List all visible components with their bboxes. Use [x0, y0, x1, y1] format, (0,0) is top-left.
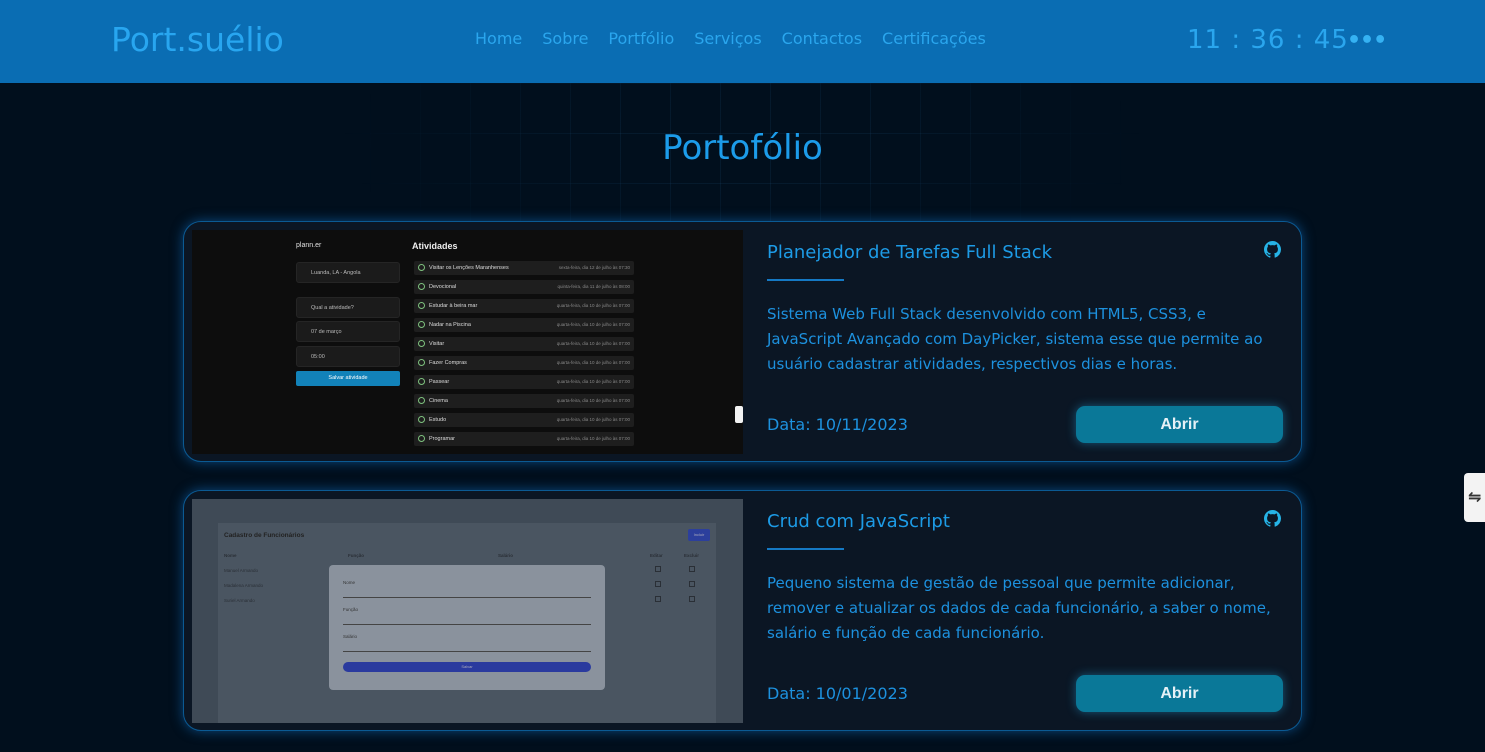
preview-row: Visitar os Lenções Maranhenses sexta-feir… — [414, 261, 634, 275]
project-description: Pequeno sistema de gestão de pessoal que… — [767, 574, 1271, 642]
nav-servicos[interactable]: Serviços — [694, 29, 761, 48]
preview-field-label: Nome — [343, 580, 356, 585]
project-card: Cadastro de Funcionários Incluir Nome Fu… — [183, 490, 1302, 731]
edit-icon — [655, 581, 661, 587]
main-nav: Home Sobre Portfólio Serviços Contactos … — [475, 29, 986, 48]
preview-row: Estudo quarta-feira, dia 10 de julho às 0… — [414, 413, 634, 427]
github-icon[interactable] — [1264, 241, 1281, 258]
preview-location: Luanda, LA - Angola — [296, 262, 400, 283]
nav-certificacoes[interactable]: Certificações — [882, 29, 986, 48]
project-title: Crud com JavaScript — [767, 511, 950, 532]
preview-name: Manuel Armando — [224, 568, 259, 573]
preview-time-field: 05:00 — [296, 346, 400, 367]
top-navbar: Port.suélio Home Sobre Portfólio Serviço… — [0, 0, 1485, 83]
nav-portfolio[interactable]: Portfólio — [608, 29, 674, 48]
project-preview-image: Cadastro de Funcionários Incluir Nome Fu… — [192, 499, 743, 723]
open-project-button[interactable]: Abrir — [1076, 406, 1283, 443]
edit-icon — [655, 566, 661, 572]
preview-heading: Cadastro de Funcionários — [224, 532, 305, 539]
preview-row: Nadar na Piscina quarta-feira, dia 10 de … — [414, 318, 634, 332]
preview-modal: Nome Função Salário Salvar — [329, 565, 605, 690]
preview-col-header: Nome — [224, 553, 237, 558]
clock: 11 : 36 : 45 — [1187, 25, 1349, 55]
preview-activity-field: Qual a atividade? — [296, 297, 400, 318]
delete-icon — [689, 581, 695, 587]
preview-date-field: 07 de março — [296, 321, 400, 342]
delete-icon — [689, 596, 695, 602]
page-title: Portofólio — [662, 128, 823, 168]
github-icon[interactable] — [1264, 510, 1281, 527]
nav-sobre[interactable]: Sobre — [542, 29, 588, 48]
title-underline — [767, 548, 844, 550]
preview-col-header: Função — [348, 553, 365, 558]
preview-row: Visitar quarta-feira, dia 10 de julho às … — [414, 337, 634, 351]
preview-col-header: Excluir — [684, 553, 700, 558]
preview-row: Estudar à beira mar quarta-feira, dia 10 … — [414, 299, 634, 313]
preview-name: Madalena Armando — [224, 583, 264, 588]
preview-row: Cinema quarta-feira, dia 10 de julho às 0… — [414, 394, 634, 408]
preview-heading: Atividades — [412, 241, 458, 251]
preview-field-label: Função — [343, 607, 359, 612]
project-date: Data: 10/11/2023 — [767, 415, 908, 434]
preview-col-header: Salário — [498, 553, 514, 558]
project-date: Data: 10/01/2023 — [767, 684, 908, 703]
nav-home[interactable]: Home — [475, 29, 522, 48]
preview-edge-handle — [735, 406, 743, 423]
preview-row: Programar quarta-feira, dia 10 de julho à… — [414, 432, 634, 446]
nav-contactos[interactable]: Contactos — [782, 29, 862, 48]
project-description: Sistema Web Full Stack desenvolvido com … — [767, 305, 1263, 373]
title-underline — [767, 279, 844, 281]
edit-icon — [655, 596, 661, 602]
preview-col-header: Editar — [650, 553, 663, 558]
preview-row: Fazer Compras quarta-feira, dia 10 de jul… — [414, 356, 634, 370]
delete-icon — [689, 566, 695, 572]
open-project-button[interactable]: Abrir — [1076, 675, 1283, 712]
preview-submit-button: Salvar — [343, 662, 591, 672]
preview-field-label: Salário — [343, 634, 358, 639]
side-drawer-handle[interactable]: ⇋ — [1464, 473, 1485, 522]
preview-save-button: Salvar atividade — [296, 371, 400, 386]
preview-row: Passear quarta-feira, dia 10 de julho às … — [414, 375, 634, 389]
project-preview-image: plann.er Luanda, LA - Angola Qual a ativ… — [192, 230, 743, 454]
project-card: plann.er Luanda, LA - Angola Qual a ativ… — [183, 221, 1302, 462]
preview-row: Devocional quinta-feira, dia 11 de julho … — [414, 280, 634, 294]
preview-logo: plann.er — [296, 242, 322, 249]
project-title: Planejador de Tarefas Full Stack — [767, 242, 1053, 263]
preview-add-button: Incluir — [688, 529, 710, 541]
brand-logo[interactable]: Port.suélio — [111, 20, 284, 59]
preview-name: Suriel Armando — [224, 598, 255, 603]
handle-icon: ⇋ — [1468, 487, 1482, 506]
more-dots-icon[interactable]: ••• — [1347, 28, 1387, 53]
